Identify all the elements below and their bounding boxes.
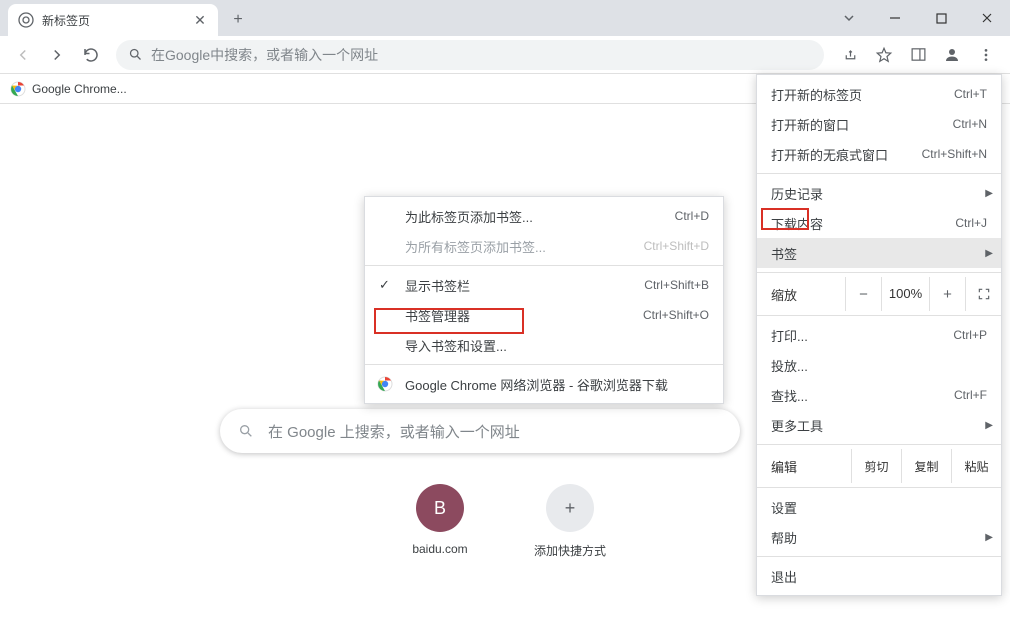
menu-separator [365,265,723,266]
fullscreen-icon[interactable] [965,277,1001,311]
plus-icon: + [546,484,594,532]
chevron-right-icon: ▶ [985,188,993,199]
active-tab[interactable]: 新标签页 ✕ [8,4,218,36]
menu-help[interactable]: 帮助▶ [757,522,1001,552]
bookmark-star-icon[interactable] [868,39,900,71]
menu-icon[interactable] [970,39,1002,71]
menu-downloads[interactable]: 下载内容Ctrl+J [757,208,1001,238]
minimize-button[interactable] [872,3,918,33]
menu-separator [365,364,723,365]
bookmark-label: Google Chrome... [32,82,127,96]
shortcut-baidu[interactable]: B baidu.com [390,484,490,559]
forward-button[interactable] [42,40,72,70]
shortcut-label: baidu.com [412,542,467,556]
submenu-add-all: 为所有标签页添加书签...Ctrl+Shift+D [365,231,723,261]
menu-more-tools[interactable]: 更多工具▶ [757,410,1001,440]
menu-separator [757,272,1001,273]
chevron-right-icon: ▶ [985,420,993,431]
check-icon: ✓ [379,277,390,293]
share-icon[interactable] [834,39,866,71]
menu-new-tab[interactable]: 打开新的标签页Ctrl+T [757,79,1001,109]
titlebar: 新标签页 ✕ + [0,0,1010,36]
submenu-manager[interactable]: 书签管理器Ctrl+Shift+O [365,300,723,330]
submenu-show-bar[interactable]: ✓显示书签栏Ctrl+Shift+B [365,270,723,300]
omnibox-placeholder: 在Google中搜索，或者输入一个网址 [151,45,378,65]
menu-find[interactable]: 查找...Ctrl+F [757,380,1001,410]
menu-separator [757,315,1001,316]
zoom-in-button[interactable]: + [929,277,965,311]
menu-settings[interactable]: 设置 [757,492,1001,522]
zoom-value: 100% [881,277,929,311]
menu-separator [757,556,1001,557]
chrome-icon [377,376,393,392]
close-window-button[interactable] [964,3,1010,33]
menu-cast[interactable]: 投放... [757,350,1001,380]
menu-separator [757,444,1001,445]
paste-button[interactable]: 粘贴 [951,449,1001,483]
menu-edit: 编辑 剪切 复制 粘贴 [757,449,1001,483]
menu-separator [757,487,1001,488]
profile-icon[interactable] [936,39,968,71]
search-placeholder: 在 Google 上搜索，或者输入一个网址 [268,421,520,442]
menu-new-window[interactable]: 打开新的窗口Ctrl+N [757,109,1001,139]
submenu-add-bookmark[interactable]: 为此标签页添加书签...Ctrl+D [365,201,723,231]
bookmarks-submenu: 为此标签页添加书签...Ctrl+D 为所有标签页添加书签...Ctrl+Shi… [364,196,724,404]
omnibox[interactable]: 在Google中搜索，或者输入一个网址 [116,40,824,70]
side-panel-icon[interactable] [902,39,934,71]
menu-zoom: 缩放 − 100% + [757,277,1001,311]
menu-separator [757,173,1001,174]
reload-button[interactable] [76,40,106,70]
ntp-search-box[interactable]: 在 Google 上搜索，或者输入一个网址 [220,409,740,453]
tab-title: 新标签页 [42,12,184,29]
new-tab-button[interactable]: + [224,6,252,34]
shortcuts-row: B baidu.com + 添加快捷方式 [390,484,620,559]
bookmark-item[interactable]: Google Chrome... [10,81,127,97]
add-shortcut-button[interactable]: + 添加快捷方式 [520,484,620,559]
chrome-favicon-icon [18,12,34,28]
chevron-right-icon: ▶ [985,532,993,543]
back-button[interactable] [8,40,38,70]
menu-print[interactable]: 打印...Ctrl+P [757,320,1001,350]
menu-exit[interactable]: 退出 [757,561,1001,591]
maximize-button[interactable] [918,3,964,33]
search-icon [128,47,143,62]
menu-history[interactable]: 历史记录▶ [757,178,1001,208]
menu-bookmarks[interactable]: 书签▶ [757,238,1001,268]
cut-button[interactable]: 剪切 [851,449,901,483]
close-tab-icon[interactable]: ✕ [192,12,208,28]
menu-new-incognito[interactable]: 打开新的无痕式窗口Ctrl+Shift+N [757,139,1001,169]
chevron-right-icon: ▶ [985,248,993,259]
window-controls [826,0,1010,36]
copy-button[interactable]: 复制 [901,449,951,483]
zoom-out-button[interactable]: − [845,277,881,311]
chrome-icon [10,81,26,97]
shortcut-label: 添加快捷方式 [534,542,606,559]
chevron-down-icon[interactable] [826,3,872,33]
submenu-bookmark-chrome[interactable]: Google Chrome 网络浏览器 - 谷歌浏览器下载 [365,369,723,399]
toolbar: 在Google中搜索，或者输入一个网址 [0,36,1010,74]
main-menu: 打开新的标签页Ctrl+T 打开新的窗口Ctrl+N 打开新的无痕式窗口Ctrl… [756,74,1002,596]
shortcut-tile: B [416,484,464,532]
submenu-import[interactable]: 导入书签和设置... [365,330,723,360]
search-icon [238,423,254,439]
